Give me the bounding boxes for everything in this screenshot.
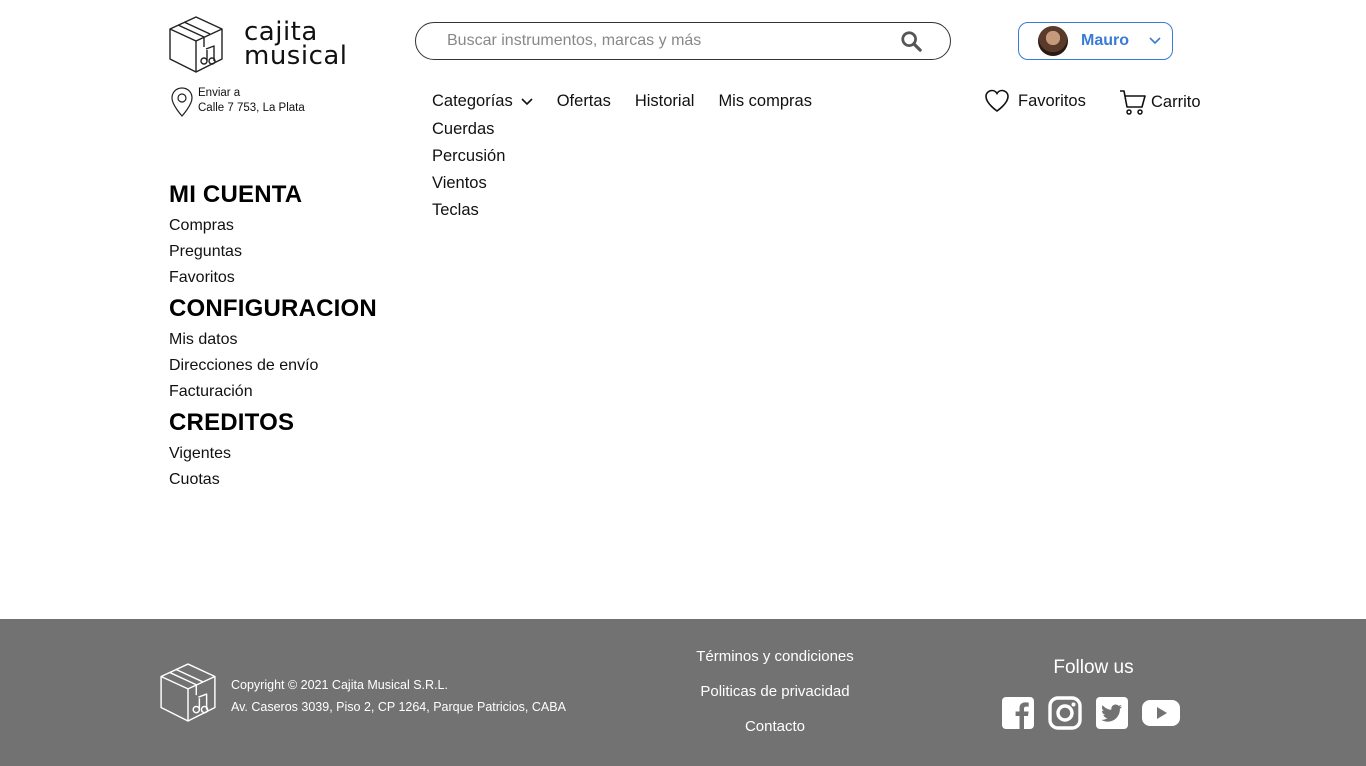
- user-name: Mauro: [1081, 32, 1129, 49]
- footer: Copyright © 2021 Cajita Musical S.R.L. A…: [0, 619, 1366, 766]
- sidebar-item-addresses[interactable]: Direcciones de envío: [169, 356, 377, 382]
- music-box-icon: [169, 16, 223, 73]
- brand-logo[interactable]: cajita musical: [168, 14, 358, 74]
- nav-purchases[interactable]: Mis compras: [718, 92, 812, 111]
- sidebar-item-questions[interactable]: Preguntas: [169, 242, 377, 268]
- company-address: Av. Caseros 3039, Piso 2, CP 1264, Parqu…: [231, 700, 566, 714]
- music-box-icon: [160, 663, 216, 722]
- youtube-icon[interactable]: [1141, 697, 1181, 729]
- favorites-label: Favoritos: [1018, 91, 1086, 110]
- shipping-address[interactable]: Enviar a Calle 7 753, La Plata: [170, 86, 305, 118]
- privacy-link[interactable]: Politicas de privacidad: [655, 682, 895, 717]
- sidebar-item-my-data[interactable]: Mis datos: [169, 330, 377, 356]
- categories-dropdown: Cuerdas Percusión Vientos Teclas: [432, 119, 505, 227]
- location-pin-icon: [171, 87, 193, 117]
- category-item[interactable]: Cuerdas: [432, 119, 505, 146]
- search-input[interactable]: [447, 32, 900, 50]
- category-item[interactable]: Teclas: [432, 200, 505, 227]
- section-title-account: MI CUENTA: [169, 181, 303, 208]
- avatar: [1038, 26, 1068, 56]
- shipping-label: Enviar a: [198, 87, 241, 99]
- search-bar[interactable]: [415, 22, 951, 60]
- follow-us-label: Follow us: [1053, 657, 1134, 678]
- cart-label: Carrito: [1151, 92, 1201, 111]
- sidebar-item-favorites[interactable]: Favoritos: [169, 268, 377, 294]
- nav-history[interactable]: Historial: [635, 92, 695, 111]
- category-item[interactable]: Vientos: [432, 173, 505, 200]
- terms-link[interactable]: Términos y condiciones: [655, 647, 895, 682]
- cart-link[interactable]: Carrito: [1119, 88, 1201, 116]
- search-icon[interactable]: [900, 30, 922, 52]
- footer-company-info: Copyright © 2021 Cajita Musical S.R.L. A…: [231, 674, 566, 718]
- footer-links: Términos y condiciones Politicas de priv…: [655, 647, 895, 752]
- facebook-icon[interactable]: [1000, 695, 1036, 731]
- sidebar-item-billing[interactable]: Facturación: [169, 382, 377, 408]
- copyright-text: Copyright © 2021 Cajita Musical S.R.L.: [231, 678, 448, 692]
- cart-icon: [1120, 90, 1146, 115]
- heart-icon: [985, 89, 1009, 112]
- sidebar-item-purchases[interactable]: Compras: [169, 216, 377, 242]
- sidebar-item-installments[interactable]: Cuotas: [169, 470, 377, 496]
- favorites-link[interactable]: Favoritos: [984, 88, 1086, 114]
- contact-link[interactable]: Contacto: [655, 717, 895, 752]
- social-links: [1000, 695, 1192, 731]
- chevron-down-icon: [521, 97, 533, 105]
- nav-offers[interactable]: Ofertas: [557, 92, 611, 111]
- chevron-down-icon: [1149, 37, 1161, 45]
- account-sidebar: MI CUENTA Compras Preguntas Favoritos CO…: [169, 180, 377, 496]
- shipping-address-text: Calle 7 753, La Plata: [198, 102, 305, 114]
- brand-name: cajita musical: [244, 17, 348, 71]
- nav-categories[interactable]: Categorías: [432, 92, 533, 111]
- main-nav: Categorías Ofertas Historial Mis compras: [432, 92, 836, 111]
- nav-categories-label: Categorías: [432, 92, 513, 110]
- sidebar-item-active[interactable]: Vigentes: [169, 444, 377, 470]
- user-menu-button[interactable]: Mauro: [1018, 22, 1173, 60]
- category-item[interactable]: Percusión: [432, 146, 505, 173]
- section-title-config: CONFIGURACION: [169, 295, 377, 322]
- twitter-icon[interactable]: [1094, 695, 1130, 731]
- section-title-credits: CREDITOS: [169, 409, 295, 436]
- instagram-icon[interactable]: [1047, 695, 1083, 731]
